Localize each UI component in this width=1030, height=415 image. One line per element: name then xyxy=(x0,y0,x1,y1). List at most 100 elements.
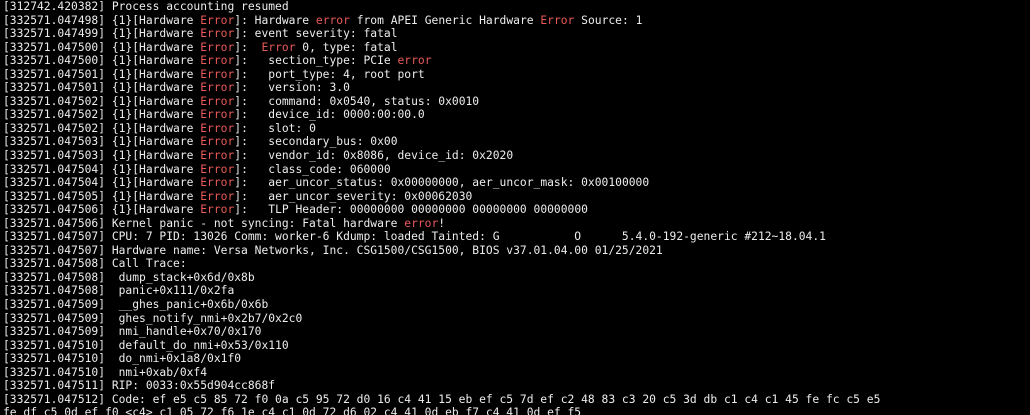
log-line: [332571.047506] {1}[Hardware Error]: TLP… xyxy=(3,203,1030,217)
log-text: ]: aer_uncor_severity: 0x00062030 xyxy=(234,189,473,203)
log-line: [332571.047510] default_do_nmi+0x53/0x11… xyxy=(3,339,1030,353)
log-text: ! xyxy=(438,216,446,230)
log-text: ]: port_type: 4, root port xyxy=(234,67,425,81)
log-line: [332571.047508] dump_stack+0x6d/0x8b xyxy=(3,271,1030,285)
log-line: [332571.047501] {1}[Hardware Error]: ver… xyxy=(3,81,1030,95)
log-line: [332571.047503] {1}[Hardware Error]: ven… xyxy=(3,149,1030,163)
terminal-output[interactable]: [312742.420382] Process accounting resum… xyxy=(0,0,1030,415)
log-text: [332571.047500] {1}[Hardware xyxy=(3,54,201,68)
log-line: [332571.047500] {1}[Hardware Error]: Err… xyxy=(3,41,1030,55)
log-text: [332571.047502] {1}[Hardware xyxy=(3,121,201,135)
log-error-keyword: Error xyxy=(200,54,235,68)
log-line: [332571.047499] {1}[Hardware Error]: eve… xyxy=(3,27,1030,41)
log-error-keyword: Error xyxy=(200,27,235,41)
log-error-keyword: Error xyxy=(200,189,235,203)
log-text: 0, type: fatal xyxy=(295,40,398,54)
log-text: ]: version: 3.0 xyxy=(234,81,350,95)
log-line: [332571.047510] do_nmi+0x1a8/0x1f0 xyxy=(3,352,1030,366)
log-error-keyword: Error xyxy=(200,94,235,108)
log-text: [332571.047508] Call Trace: xyxy=(3,257,187,271)
log-text: [332571.047506] {1}[Hardware xyxy=(3,203,201,217)
log-error-keyword: Error xyxy=(200,162,235,176)
log-text: Source: 1 xyxy=(574,13,643,27)
log-error-keyword: Error xyxy=(200,176,235,190)
log-text: [332571.047502] {1}[Hardware xyxy=(3,108,201,122)
log-line: [332571.047511] RIP: 0033:0x55d904cc868f xyxy=(3,379,1030,393)
log-text: ]: vendor_id: 0x8086, device_id: 0x2020 xyxy=(234,149,514,163)
log-text: [332571.047501] {1}[Hardware xyxy=(3,67,201,81)
log-text: [332571.047507] Hardware name: Versa Net… xyxy=(3,243,663,257)
log-line: [332571.047509] ghes_notify_nmi+0x2b7/0x… xyxy=(3,312,1030,326)
log-error-keyword: Error xyxy=(540,13,575,27)
log-text: [332571.047508] panic+0x111/0x2fa xyxy=(3,284,235,298)
log-text: [332571.047506] Kernel panic - not synci… xyxy=(3,216,405,230)
log-text: [332571.047503] {1}[Hardware xyxy=(3,135,201,149)
log-line: [332571.047509] __ghes_panic+0x6b/0x6b xyxy=(3,298,1030,312)
log-line: [332571.047503] {1}[Hardware Error]: sec… xyxy=(3,135,1030,149)
log-text: [332571.047500] {1}[Hardware xyxy=(3,40,201,54)
log-text: [332571.047510] default_do_nmi+0x53/0x11… xyxy=(3,338,289,352)
log-text: [332571.047504] {1}[Hardware xyxy=(3,162,201,176)
log-error-keyword: Error xyxy=(200,81,235,95)
log-text: [332571.047509] nmi_handle+0x70/0x170 xyxy=(3,325,262,339)
log-line: [332571.047502] {1}[Hardware Error]: com… xyxy=(3,95,1030,109)
log-text: [332571.047503] {1}[Hardware xyxy=(3,149,201,163)
log-text: [332571.047498] {1}[Hardware xyxy=(3,13,201,27)
log-line: [332571.047508] panic+0x111/0x2fa xyxy=(3,284,1030,298)
log-text: [332571.047504] {1}[Hardware xyxy=(3,176,201,190)
log-text: ]: class_code: 060000 xyxy=(234,162,391,176)
log-error-keyword: Error xyxy=(200,40,235,54)
log-error-keyword: Error xyxy=(200,149,235,163)
log-text: [332571.047501] {1}[Hardware xyxy=(3,81,201,95)
log-line: [332571.047507] CPU: 7 PID: 13026 Comm: … xyxy=(3,230,1030,244)
log-text: [332571.047511] RIP: 0033:0x55d904cc868f xyxy=(3,379,276,393)
log-error-keyword: Error xyxy=(200,135,235,149)
log-line: [332571.047504] {1}[Hardware Error]: cla… xyxy=(3,163,1030,177)
log-error-keyword: Error xyxy=(200,13,235,27)
log-error-keyword: error xyxy=(315,13,350,27)
log-text: [332571.047510] nmi+0xab/0xf4 xyxy=(3,365,208,379)
log-text: ]: device_id: 0000:00:00.0 xyxy=(234,108,425,122)
log-line: [332571.047508] Call Trace: xyxy=(3,257,1030,271)
log-text: [332571.047507] CPU: 7 PID: 13026 Comm: … xyxy=(3,230,826,244)
log-text: ]: xyxy=(234,40,262,54)
log-line: [332571.047502] {1}[Hardware Error]: dev… xyxy=(3,108,1030,122)
log-line: [332571.047510] nmi+0xab/0xf4 xyxy=(3,366,1030,380)
log-line: [332571.047509] nmi_handle+0x70/0x170 xyxy=(3,325,1030,339)
log-line: fe df c5 0d ef f0 <c4> c1 05 72 f6 1e c4… xyxy=(3,406,1030,415)
log-text: ]: slot: 0 xyxy=(234,121,316,135)
log-error-keyword: Error xyxy=(200,203,235,217)
log-text: [332571.047502] {1}[Hardware xyxy=(3,94,201,108)
log-error-keyword: error xyxy=(397,54,432,68)
log-error-keyword: Error xyxy=(200,121,235,135)
log-text: [332571.047512] Code: ef e5 c5 85 72 f0 … xyxy=(3,392,881,406)
log-line: [312742.420382] Process accounting resum… xyxy=(3,0,1030,14)
log-text: [312742.420382] Process accounting resum… xyxy=(3,0,289,13)
log-error-keyword: Error xyxy=(200,108,235,122)
log-text: ]: command: 0x0540, status: 0x0010 xyxy=(234,94,480,108)
log-text: [332571.047510] do_nmi+0x1a8/0x1f0 xyxy=(3,352,242,366)
log-line: [332571.047501] {1}[Hardware Error]: por… xyxy=(3,68,1030,82)
log-text: fe df c5 0d ef f0 <c4> c1 05 72 f6 1e c4… xyxy=(3,406,582,415)
log-line: [332571.047498] {1}[Hardware Error]: Har… xyxy=(3,14,1030,28)
log-text: ]: section_type: PCIe xyxy=(234,54,398,68)
log-text: [332571.047508] dump_stack+0x6d/0x8b xyxy=(3,270,255,284)
log-text: ]: Hardware xyxy=(234,13,316,27)
log-line: [332571.047512] Code: ef e5 c5 85 72 f0 … xyxy=(3,393,1030,407)
log-error-keyword: Error xyxy=(261,40,296,54)
log-line: [332571.047505] {1}[Hardware Error]: aer… xyxy=(3,190,1030,204)
log-text: ]: aer_uncor_status: 0x00000000, aer_unc… xyxy=(234,176,650,190)
log-line: [332571.047504] {1}[Hardware Error]: aer… xyxy=(3,176,1030,190)
log-line: [332571.047502] {1}[Hardware Error]: slo… xyxy=(3,122,1030,136)
log-text: [332571.047499] {1}[Hardware xyxy=(3,27,201,41)
log-text: ]: TLP Header: 00000000 00000000 0000000… xyxy=(234,203,588,217)
log-text: [332571.047505] {1}[Hardware xyxy=(3,189,201,203)
log-line: [332571.047500] {1}[Hardware Error]: sec… xyxy=(3,54,1030,68)
log-text: ]: secondary_bus: 0x00 xyxy=(234,135,398,149)
log-text: from APEI Generic Hardware xyxy=(349,13,541,27)
log-text: ]: event severity: fatal xyxy=(234,27,398,41)
log-line: [332571.047506] Kernel panic - not synci… xyxy=(3,217,1030,231)
log-error-keyword: Error xyxy=(200,67,235,81)
log-line: [332571.047507] Hardware name: Versa Net… xyxy=(3,244,1030,258)
log-error-keyword: error xyxy=(404,216,439,230)
